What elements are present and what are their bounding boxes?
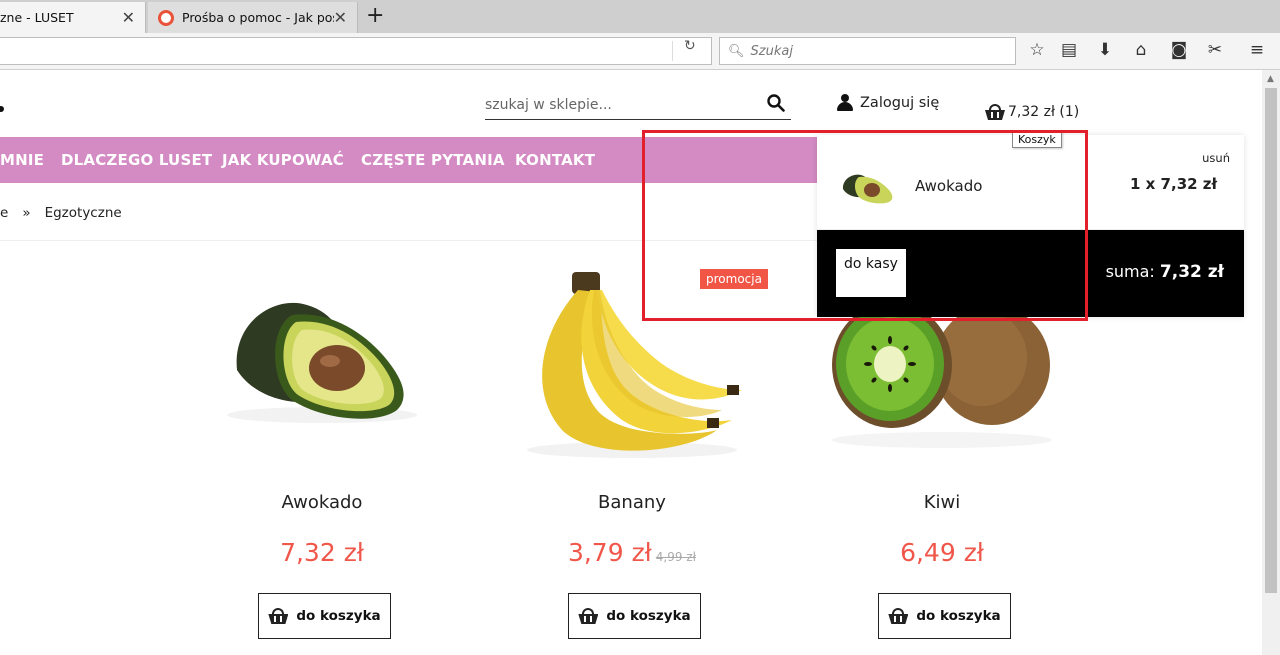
new-tab-button[interactable]: +: [366, 3, 384, 28]
cart-link[interactable]: 7,32 zł (1): [985, 104, 1079, 120]
login-label: Zaloguj się: [860, 95, 940, 111]
browser-nav-bar: ↻ 🔍︎ Szukaj ☆ ▤ ⬇ ⌂ ◙ ✂ ≡: [0, 33, 1280, 70]
add-to-cart-label: do koszyka: [916, 608, 1001, 624]
browser-search-placeholder: Szukaj: [750, 43, 793, 59]
product-price: 3,79 zł 4,99 zł: [502, 538, 762, 567]
home-icon[interactable]: ⌂: [1130, 40, 1152, 60]
cart-summary: 7,32 zł (1): [1008, 104, 1080, 120]
add-to-cart-button[interactable]: do koszyka: [568, 593, 701, 639]
highlight-annotation-box: [642, 130, 1088, 321]
reading-list-icon[interactable]: ▤: [1058, 40, 1080, 60]
shop-search-placeholder: szukaj w sklepie...: [485, 97, 612, 113]
product-price: 7,32 zł: [192, 538, 452, 567]
basket-icon: [268, 608, 289, 624]
lifebuoy-icon: [158, 9, 174, 26]
breadcrumb-current: Egzotyczne: [44, 205, 122, 221]
screenshot-icon[interactable]: ✂: [1204, 40, 1226, 60]
cart-item-qty-price: 1 x 7,32 zł: [1130, 175, 1218, 193]
product-card-avocado: Awokado 7,32 zł do koszyka: [192, 260, 452, 655]
remove-item-link[interactable]: usuń: [1202, 151, 1230, 165]
close-tab-icon[interactable]: ✕: [122, 8, 135, 27]
user-icon: [836, 94, 854, 112]
bookmark-star-icon[interactable]: ☆: [1026, 40, 1048, 60]
shop-search-input[interactable]: szukaj w sklepie...: [485, 94, 791, 120]
product-name[interactable]: Awokado: [192, 492, 452, 513]
menu-item-contact[interactable]: KONTAKT: [515, 151, 595, 169]
old-price: 4,99 zł: [655, 550, 697, 564]
price-value: 3,79 zł: [567, 538, 652, 567]
scroll-up-arrow-icon[interactable]: ▲: [1267, 74, 1274, 84]
login-link[interactable]: Zaloguj się: [836, 94, 939, 112]
close-tab-icon[interactable]: ✕: [334, 8, 347, 27]
breadcrumb-parent[interactable]: e: [0, 205, 8, 221]
url-bar[interactable]: [0, 37, 712, 65]
basket-icon: [985, 104, 1005, 120]
price-value: 7,32 zł: [280, 538, 364, 567]
menu-hamburger-icon[interactable]: ≡: [1246, 40, 1268, 60]
browser-search-input[interactable]: 🔍︎ Szukaj: [719, 37, 1016, 65]
menu-item-how-to-buy[interactable]: JAK KUPOWAĆ: [222, 151, 344, 169]
reload-icon[interactable]: ↻: [684, 38, 696, 54]
browser-tab-luset[interactable]: zne - LUSET ✕: [0, 2, 146, 33]
basket-icon: [888, 608, 909, 624]
cart-total: suma: 7,32 zł: [1106, 262, 1224, 282]
page-content: szukaj w sklepie... Zaloguj się 7,32 zł …: [0, 70, 1262, 655]
search-icon: 🔍︎: [728, 43, 745, 59]
breadcrumb: e » Egzotyczne: [0, 205, 122, 221]
cart-total-label: suma:: [1105, 262, 1155, 281]
menu-item-about[interactable]: MNIE: [0, 151, 44, 169]
add-to-cart-button[interactable]: do koszyka: [258, 593, 391, 639]
download-icon[interactable]: ⬇: [1094, 40, 1116, 60]
page-scrollbar[interactable]: ▲: [1262, 70, 1280, 655]
breadcrumb-separator: »: [22, 205, 31, 221]
cart-total-value: 7,32 zł: [1159, 262, 1224, 282]
menu-item-faq[interactable]: CZĘSTE PYTANIA: [361, 151, 505, 169]
url-bar-divider: [672, 41, 673, 61]
search-icon[interactable]: [767, 94, 785, 117]
browser-tab-help[interactable]: Prośba o pomoc - Jak posze ✕: [148, 2, 358, 33]
product-image-avocado[interactable]: [192, 260, 452, 475]
product-name[interactable]: Banany: [502, 492, 762, 513]
product-name[interactable]: Kiwi: [812, 492, 1072, 513]
price-value: 6,49 zł: [900, 538, 984, 567]
pocket-icon[interactable]: ◙: [1168, 40, 1190, 60]
scrollbar-thumb[interactable]: [1265, 88, 1277, 593]
site-logo[interactable]: [0, 106, 4, 112]
tab-title: Prośba o pomoc - Jak posze: [182, 10, 334, 25]
product-price: 6,49 zł: [812, 538, 1072, 567]
add-to-cart-label: do koszyka: [296, 608, 381, 624]
menu-item-why-luset[interactable]: DLACZEGO LUSET: [61, 151, 212, 169]
add-to-cart-button[interactable]: do koszyka: [878, 593, 1011, 639]
browser-tab-bar: zne - LUSET ✕ Prośba o pomoc - Jak posze…: [0, 0, 1280, 33]
tab-title: zne - LUSET: [0, 10, 74, 25]
basket-icon: [578, 608, 599, 624]
add-to-cart-label: do koszyka: [606, 608, 691, 624]
